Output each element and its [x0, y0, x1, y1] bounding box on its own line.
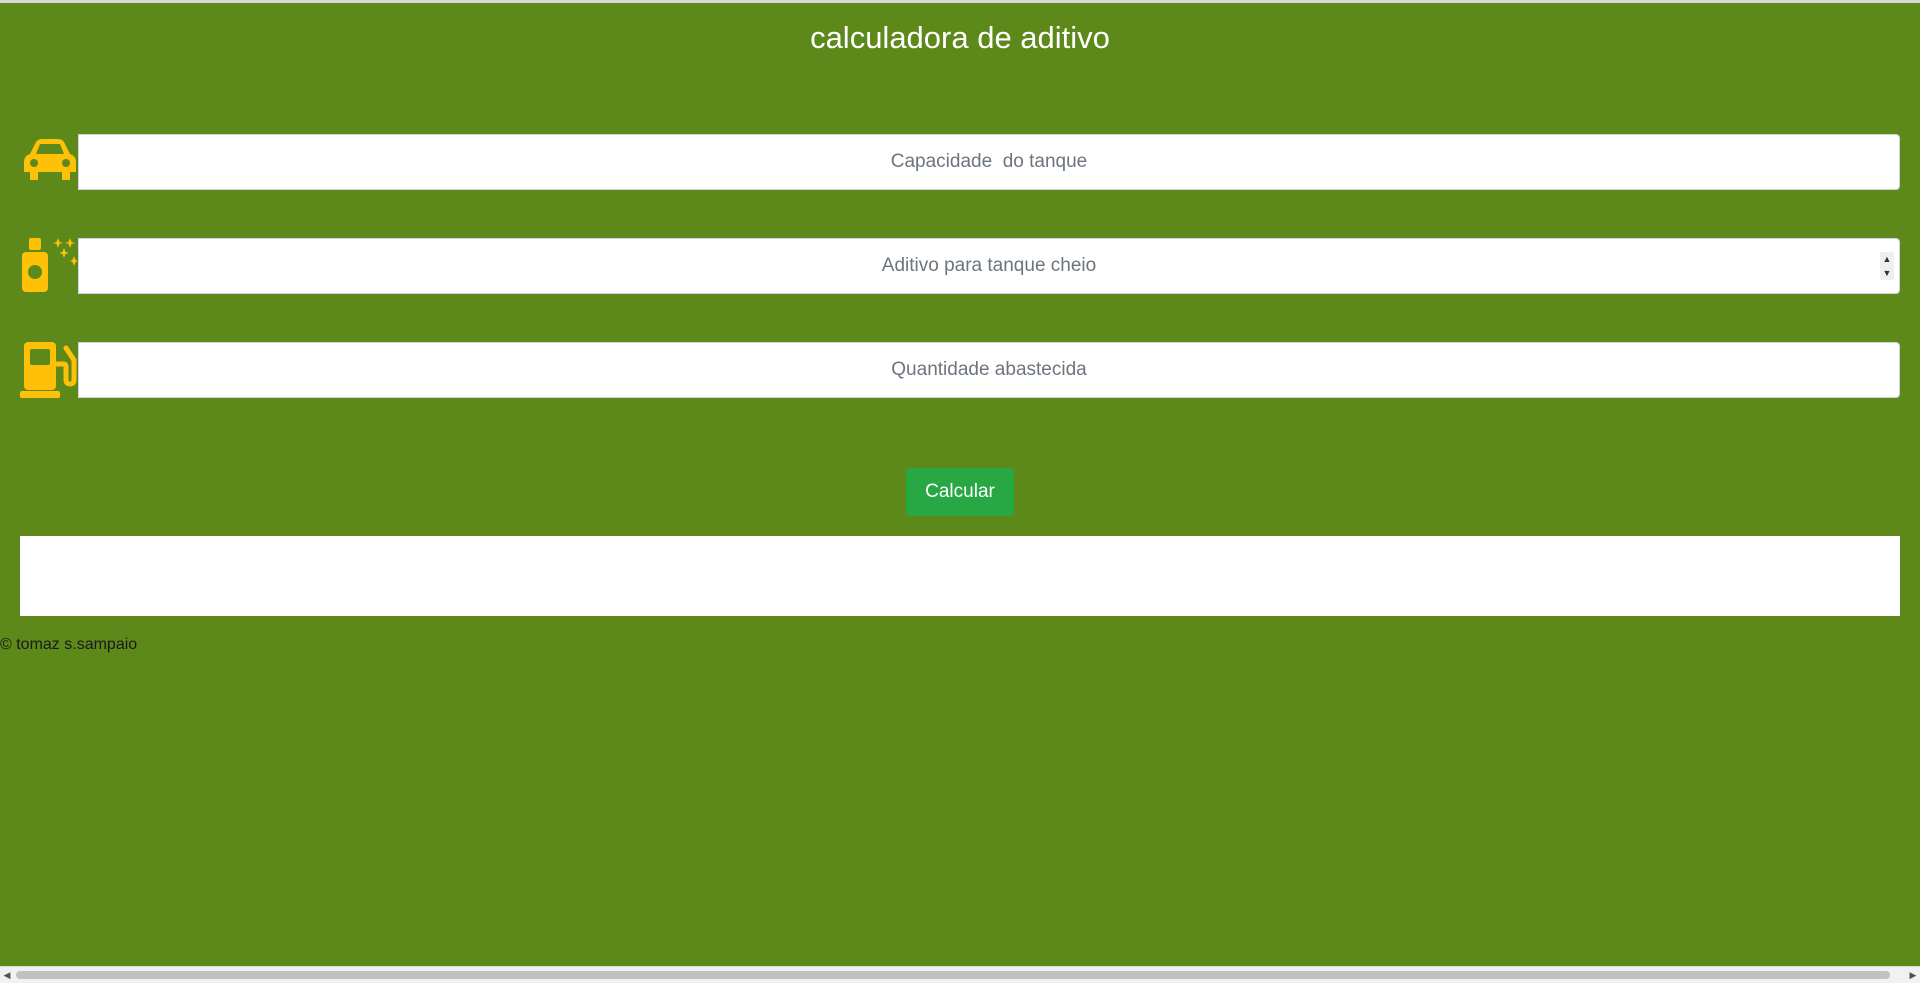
scrollbar-thumb[interactable] — [16, 971, 1890, 979]
horizontal-scrollbar[interactable]: ◀ ▶ — [0, 966, 1920, 983]
result-box — [20, 536, 1900, 616]
scroll-left-icon[interactable]: ◀ — [0, 967, 14, 983]
car-icon — [20, 134, 78, 190]
number-spinner[interactable]: ▲ ▼ — [1880, 252, 1894, 280]
fueled-quantity-input[interactable] — [78, 342, 1900, 398]
spinner-up-icon[interactable]: ▲ — [1880, 252, 1894, 266]
tank-capacity-input[interactable] — [78, 134, 1900, 190]
additive-bottle-icon — [20, 238, 78, 294]
calculate-button[interactable]: Calcular — [906, 468, 1014, 516]
top-border — [0, 0, 1920, 3]
fuel-pump-icon — [20, 342, 78, 398]
page-title: calculadora de aditivo — [810, 20, 1110, 55]
tank-capacity-row — [0, 134, 1920, 190]
spinner-down-icon[interactable]: ▼ — [1880, 266, 1894, 280]
additive-full-tank-row: ▲ ▼ — [0, 238, 1920, 294]
additive-full-tank-input[interactable] — [78, 238, 1900, 294]
fueled-quantity-row — [0, 342, 1920, 398]
footer-copyright: © tomaz s.sampaio — [0, 636, 138, 653]
scroll-right-icon[interactable]: ▶ — [1906, 967, 1920, 983]
